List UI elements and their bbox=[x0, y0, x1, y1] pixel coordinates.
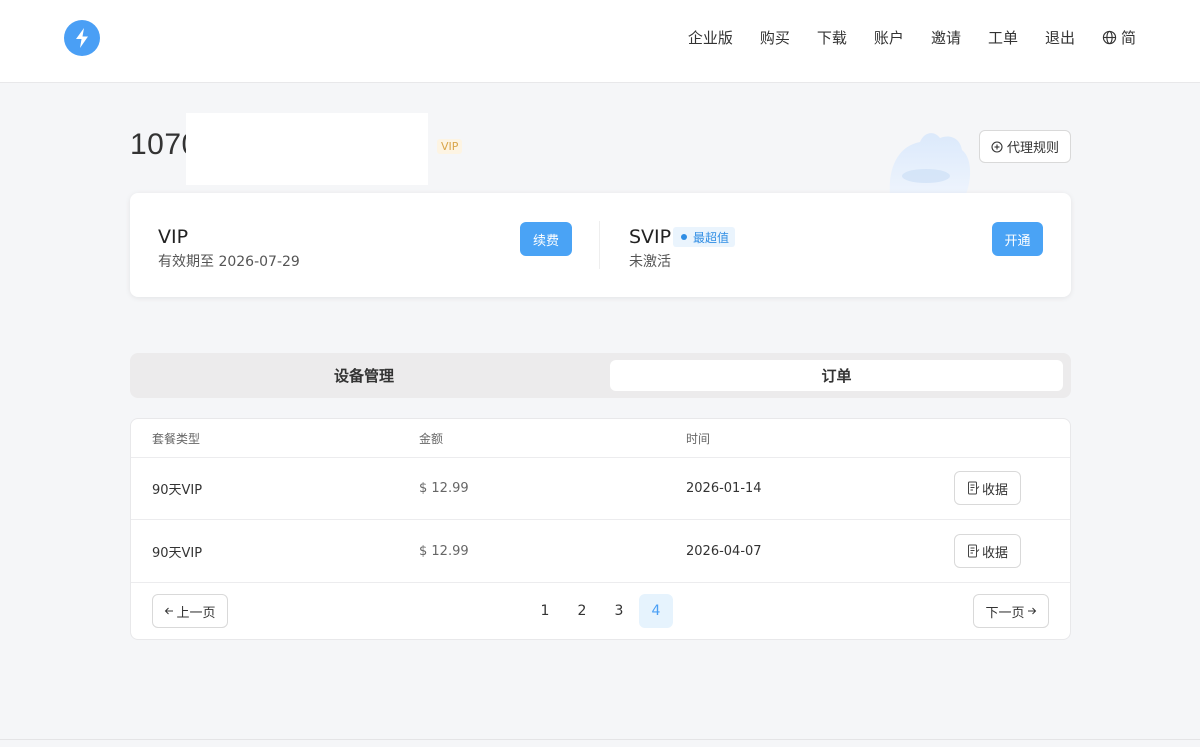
header-time: 时间 bbox=[686, 431, 711, 446]
nav-enterprise[interactable]: 企业版 bbox=[688, 27, 733, 48]
arrow-right-icon bbox=[1027, 607, 1036, 615]
bolt-icon bbox=[76, 28, 88, 48]
receipt-label: 收据 bbox=[981, 482, 1008, 498]
main-nav: 企业版 购买 下载 账户 邀请 工单 退出 简 bbox=[688, 27, 1136, 48]
row-divider bbox=[131, 582, 1070, 583]
header-amount: 金额 bbox=[419, 431, 444, 446]
tab-device-management[interactable]: 设备管理 bbox=[138, 360, 590, 391]
receipt-label: 收据 bbox=[981, 545, 1008, 561]
top-header: 企业版 购买 下载 账户 邀请 工单 退出 简 bbox=[0, 0, 1200, 83]
row-divider bbox=[131, 457, 1070, 458]
receipt-icon bbox=[967, 544, 980, 558]
tab-bar: 设备管理 订单 bbox=[130, 353, 1071, 398]
page-4-current[interactable]: 4 bbox=[639, 594, 673, 628]
page-3[interactable]: 3 bbox=[602, 594, 636, 628]
nav-buy[interactable]: 购买 bbox=[760, 27, 790, 48]
membership-card: VIP 有效期至 2026-07-29 续费 SVIP 最超值 未激活 开通 bbox=[130, 193, 1071, 297]
prev-page-label: 上一页 bbox=[176, 605, 216, 621]
svip-plan-name: SVIP bbox=[629, 226, 672, 248]
prev-page-button[interactable]: 上一页 bbox=[152, 594, 228, 628]
plus-circle-icon bbox=[991, 140, 1003, 153]
cell-plan-type: 90天VIP bbox=[152, 545, 203, 561]
cell-plan-type: 90天VIP bbox=[152, 482, 203, 498]
agent-rules-label: 代理规则 bbox=[1006, 141, 1059, 156]
vip-plan-name: VIP bbox=[158, 226, 189, 248]
mascot-illustration bbox=[889, 133, 971, 194]
receipt-button[interactable]: 收据 bbox=[954, 534, 1021, 568]
cell-time: 2026-04-07 bbox=[686, 543, 762, 559]
receipt-button[interactable]: 收据 bbox=[954, 471, 1021, 505]
page-2[interactable]: 2 bbox=[565, 594, 599, 628]
header-plan-type: 套餐类型 bbox=[152, 431, 201, 446]
language-switcher[interactable]: 简 bbox=[1102, 27, 1136, 48]
best-value-label: 最超值 bbox=[693, 230, 730, 245]
globe-icon bbox=[1102, 30, 1117, 45]
vip-tag: VIP bbox=[437, 139, 463, 154]
best-value-badge: 最超值 bbox=[673, 227, 736, 247]
footer-divider bbox=[0, 739, 1200, 740]
language-label: 简 bbox=[1120, 29, 1136, 47]
redaction-mask bbox=[186, 113, 428, 185]
orders-table: 套餐类型 金额 时间 90天VIP $ 12.99 2026-01-14 收据 … bbox=[130, 418, 1071, 640]
next-page-button[interactable]: 下一页 bbox=[973, 594, 1049, 628]
renew-button[interactable]: 续费 bbox=[520, 222, 572, 256]
page-1[interactable]: 1 bbox=[528, 594, 562, 628]
nav-logout[interactable]: 退出 bbox=[1045, 27, 1075, 48]
badge-dot bbox=[681, 234, 687, 240]
vip-expiry: 有效期至 2026-07-29 bbox=[158, 254, 300, 270]
tab-orders[interactable]: 订单 bbox=[610, 360, 1063, 391]
activate-button[interactable]: 开通 bbox=[992, 222, 1043, 256]
svip-status: 未激活 bbox=[629, 254, 671, 270]
row-divider bbox=[131, 519, 1070, 520]
nav-account[interactable]: 账户 bbox=[874, 27, 904, 48]
arrow-left-icon bbox=[165, 607, 174, 615]
plan-divider bbox=[599, 221, 600, 269]
nav-invite[interactable]: 邀请 bbox=[931, 27, 961, 48]
logo[interactable] bbox=[64, 20, 100, 56]
receipt-icon bbox=[967, 481, 980, 495]
cell-amount: $ 12.99 bbox=[419, 543, 469, 559]
cell-amount: $ 12.99 bbox=[419, 480, 469, 496]
nav-download[interactable]: 下载 bbox=[817, 27, 847, 48]
next-page-label: 下一页 bbox=[985, 605, 1025, 621]
cell-time: 2026-01-14 bbox=[686, 480, 762, 496]
nav-ticket[interactable]: 工单 bbox=[988, 27, 1018, 48]
agent-rules-button[interactable]: 代理规则 bbox=[979, 130, 1071, 163]
